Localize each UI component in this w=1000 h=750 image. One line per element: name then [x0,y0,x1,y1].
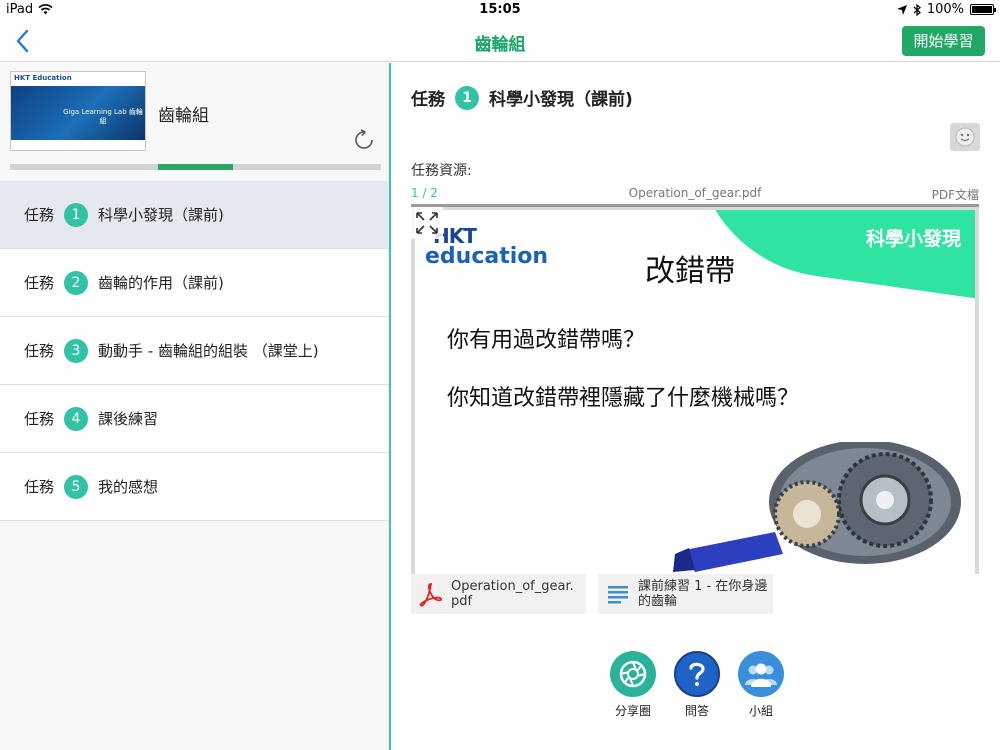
task-item-1[interactable]: 任務 1 科學小發現（課前) [0,181,389,249]
task-number-badge: 5 [64,474,89,499]
action-bar: 分享圈 問答 小組 [610,651,784,719]
resources-label: 任務資源: [411,163,472,179]
question-icon [689,662,705,686]
start-learning-button[interactable]: 開始學習 [902,26,985,56]
pdf-icon [419,583,442,607]
document-type: PDF文檔 [931,188,979,202]
task-item-5[interactable]: 任務 5 我的感想 [0,453,389,521]
refresh-icon [355,129,373,149]
course-progress-bar [10,164,381,170]
attachment-name: Operation_of_gear.pdf [451,579,574,609]
group-button[interactable]: 小組 [738,651,784,719]
task-number-badge: 1 [64,202,89,227]
camera-aperture-icon [619,660,647,688]
task-number-badge: 3 [64,338,89,363]
clock: 15:05 [479,2,521,17]
emoji-reaction-button[interactable] [950,123,980,151]
status-bar: iPad 15:05 100% [0,0,1000,20]
task-name: 科學小發現（課前) [98,206,224,224]
task-item-2[interactable]: 任務 2 齒輪的作用（課前) [0,249,389,317]
task-prefix: 任務 [24,206,55,224]
chevron-left-icon [16,29,29,53]
task-heading-prefix: 任務 [411,90,445,110]
expand-icon [416,212,438,234]
task-heading-number: 1 [455,85,479,110]
course-header: HKT Education Giga Learning Lab 齒輪組 齒輪組 [0,63,389,181]
task-item-3[interactable]: 任務 3 動動手 - 齒輪組的組裝 （課堂上) [0,317,389,385]
document-filename: Operation_of_gear.pdf [628,186,762,200]
navigation-bar: 齒輪組 開始學習 [0,20,1000,62]
task-sidebar: HKT Education Giga Learning Lab 齒輪組 齒輪組 … [0,63,391,750]
attachment-exercise[interactable]: 課前練習 1 - 在你身邊的齒輪 [598,574,773,614]
back-button[interactable] [12,26,36,56]
correction-tape-illustration [673,442,961,572]
document-icon [608,586,628,604]
smiley-icon [955,127,975,147]
page-title: 齒輪組 [474,35,526,55]
pdf-viewer[interactable]: 科學小發現 HKT education 改錯帶 你有用過改錯帶嗎？ 你知道改錯帶… [411,204,979,574]
task-detail-panel: 任務 1 科學小發現（課前) 任務資源: 1 / 2 Operation_of_… [392,63,1000,750]
refresh-button[interactable] [353,129,375,151]
document-meta: 1 / 2 Operation_of_gear.pdf PDF文檔 [411,186,979,202]
fullscreen-button[interactable] [411,207,443,239]
qa-button[interactable]: 問答 [674,651,720,719]
task-prefix: 任務 [24,342,55,360]
thumbnail-title: Giga Learning Lab 齒輪組 [63,108,143,125]
task-number-badge: 2 [64,270,89,295]
location-icon [896,4,907,15]
task-name: 齒輪的作用（課前) [98,274,224,292]
share-circle-label: 分享圈 [614,704,651,718]
attachment-list: Operation_of_gear.pdf 課前練習 1 - 在你身邊的齒輪 [411,574,773,614]
slide-corner-title: 科學小發現 [865,228,961,250]
task-name: 我的感想 [98,478,159,496]
slide-logo-bottom: education [425,244,549,269]
slide-question-1: 你有用過改錯帶嗎？ [447,328,646,353]
pdf-slide: 科學小發現 HKT education 改錯帶 你有用過改錯帶嗎？ 你知道改錯帶… [415,210,975,574]
course-progress-fill [158,164,233,170]
battery-icon [970,4,996,15]
task-list: 任務 1 科學小發現（課前) 任務 2 齒輪的作用（課前) 任務 3 動動手 -… [0,181,389,521]
task-name: 課後練習 [98,410,159,428]
slide-question-2: 你知道改錯帶裡隱藏了什麼機械嗎？ [447,386,800,411]
thumbnail-logo: HKT Education [14,74,72,82]
bluetooth-icon [913,3,921,16]
task-heading: 任務 1 科學小發現（課前) [411,85,633,110]
task-prefix: 任務 [24,478,55,496]
task-item-4[interactable]: 任務 4 課後練習 [0,385,389,453]
task-heading-title: 科學小發現（課前) [489,90,633,110]
attachment-pdf[interactable]: Operation_of_gear.pdf [411,574,586,614]
group-label: 小組 [748,704,773,718]
qa-label: 問答 [684,704,709,718]
task-prefix: 任務 [24,274,55,292]
group-icon [745,663,777,687]
task-prefix: 任務 [24,410,55,428]
slide-title: 改錯帶 [645,254,735,289]
share-circle-button[interactable]: 分享圈 [610,651,656,719]
course-name: 齒輪組 [158,106,209,126]
course-thumbnail: HKT Education Giga Learning Lab 齒輪組 [10,71,146,151]
battery-percent: 100% [926,2,964,17]
task-name: 動動手 - 齒輪組的組裝 （課堂上) [98,342,319,360]
task-number-badge: 4 [64,406,89,431]
attachment-name: 課前練習 1 - 在你身邊的齒輪 [638,579,768,609]
